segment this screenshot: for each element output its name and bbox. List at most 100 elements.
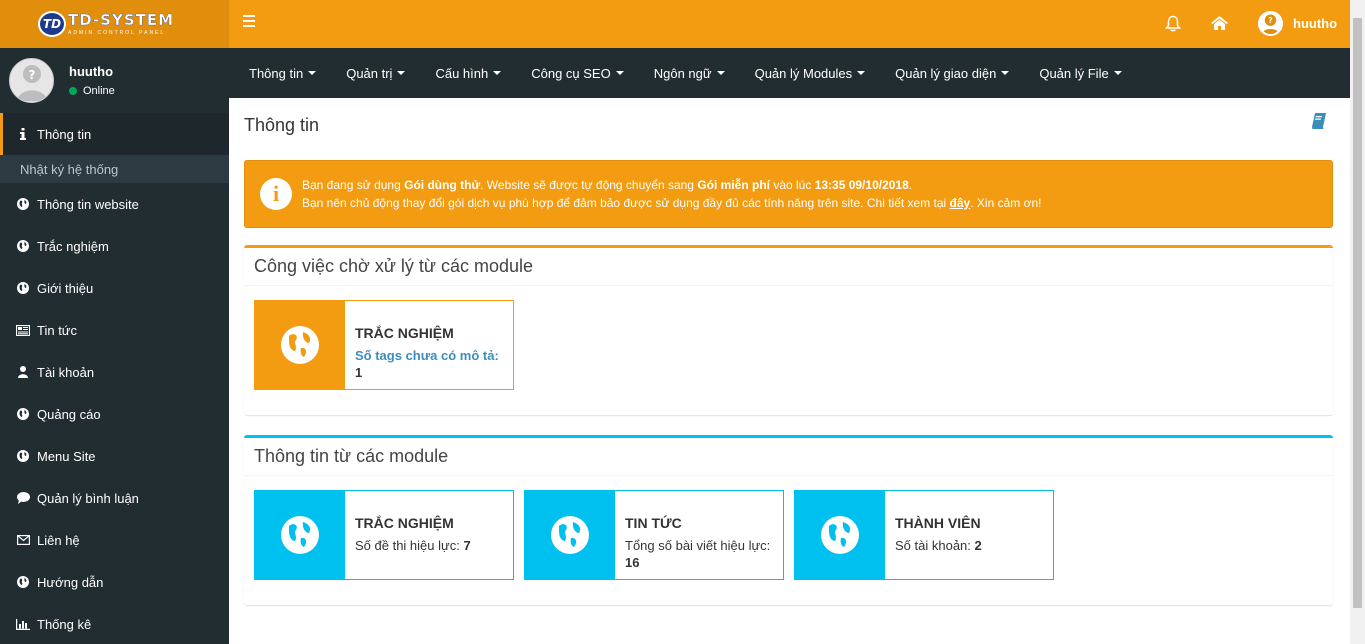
svg-text:?: ? bbox=[28, 68, 35, 82]
info-box-text: Số đề thi hiệu lực: 7 bbox=[355, 537, 503, 554]
module-info-box: Thông tin từ các module TRẮC NGHIỆM Số đ… bbox=[244, 435, 1333, 605]
sidebar-item-huong-dan[interactable]: Hướng dẫn bbox=[0, 561, 229, 603]
user-name: huutho bbox=[69, 64, 114, 79]
alert-line-2: Bạn nên chủ động thay đổi gói dịch vụ ph… bbox=[302, 194, 1041, 212]
sidebar-item-thong-tin[interactable]: Thông tin bbox=[0, 113, 229, 155]
info-box-link[interactable]: Số tags chưa có mô tả: bbox=[355, 348, 499, 363]
alert-text-part: . bbox=[908, 178, 913, 192]
sidebar-item-binh-luan[interactable]: Quản lý bình luận bbox=[0, 477, 229, 519]
avatar: ? bbox=[9, 58, 54, 103]
alert-plan-next: Gói miễn phí bbox=[697, 178, 770, 192]
info-box-value: 7 bbox=[463, 538, 471, 553]
alert-text-part: Bạn đang sử dụng bbox=[302, 178, 405, 192]
sidebar: TD TD-SYSTEM ADMIN CONTROL PANEL ? huuth… bbox=[0, 0, 229, 644]
user-icon bbox=[16, 366, 30, 378]
caret-down-icon bbox=[1001, 71, 1010, 75]
caret-down-icon bbox=[308, 71, 317, 75]
box-title: Công việc chờ xử lý từ các module bbox=[244, 248, 1333, 286]
sidebar-item-trac-nghiem[interactable]: Trắc nghiệm bbox=[0, 225, 229, 267]
sidebar-item-label: Giới thiệu bbox=[37, 280, 94, 296]
info-box-title: TIN TỨC bbox=[625, 515, 682, 531]
sidebar-item-lien-he[interactable]: Liên hệ bbox=[0, 519, 229, 561]
newspaper-icon bbox=[16, 324, 30, 336]
nav-quan-tri[interactable]: Quản trị bbox=[331, 66, 420, 81]
sidebar-item-label: Liên hệ bbox=[37, 532, 80, 548]
nav-thong-tin[interactable]: Thông tin bbox=[234, 66, 331, 81]
globe-icon bbox=[255, 491, 345, 579]
sidebar-item-gioi-thieu[interactable]: Giới thiệu bbox=[0, 267, 229, 309]
caret-down-icon bbox=[615, 71, 624, 75]
alert-plan-current: Gói dùng thử bbox=[404, 178, 481, 192]
sidebar-item-label: Hướng dẫn bbox=[37, 574, 104, 590]
info-box-title: THÀNH VIÊN bbox=[895, 515, 981, 531]
nav-label: Quản lý giao diện bbox=[895, 65, 997, 81]
nav-quan-ly-modules[interactable]: Quản lý Modules bbox=[740, 66, 881, 81]
alert-text-part: vào lúc bbox=[769, 178, 815, 192]
top-header: ? huutho bbox=[229, 0, 1350, 48]
sidebar-item-tin-tuc[interactable]: Tin tức bbox=[0, 309, 229, 351]
hamburger-menu-icon[interactable] bbox=[243, 15, 255, 27]
info-box-thanh-vien[interactable]: THÀNH VIÊN Số tài khoản: 2 bbox=[794, 490, 1054, 580]
info-box-tin-tuc[interactable]: TIN TỨC Tổng số bài viết hiệu lực: 16 bbox=[524, 490, 784, 580]
sidebar-item-quang-cao[interactable]: Quảng cáo bbox=[0, 393, 229, 435]
sidebar-subitem-label: Nhật ký hệ thống bbox=[20, 161, 119, 177]
info-box-text: Tổng số bài viết hiệu lực: 16 bbox=[625, 537, 773, 571]
logo-text: TD-SYSTEM ADMIN CONTROL PANEL bbox=[68, 10, 175, 36]
bell-icon[interactable] bbox=[1164, 14, 1182, 32]
globe-icon bbox=[16, 576, 30, 588]
alert-text-part: . Website sẽ được tự động chuyển sang bbox=[480, 178, 698, 192]
info-box-trac-nghiem-pending[interactable]: TRẮC NGHIỆM Số tags chưa có mô tả: 1 bbox=[254, 300, 514, 390]
caret-down-icon bbox=[716, 71, 725, 75]
sidebar-item-menu-site[interactable]: Menu Site bbox=[0, 435, 229, 477]
header-user-menu[interactable]: ? huutho bbox=[1258, 11, 1337, 36]
caret-down-icon bbox=[857, 71, 866, 75]
nav-label: Cấu hình bbox=[435, 65, 489, 81]
nav-label: Công cụ SEO bbox=[531, 65, 611, 81]
sidebar-item-tai-khoan[interactable]: Tài khoản bbox=[0, 351, 229, 393]
info-box-value: 1 bbox=[355, 365, 363, 380]
trial-alert: i Bạn đang sử dụng Gói dùng thử. Website… bbox=[244, 160, 1333, 228]
globe-icon bbox=[16, 450, 30, 462]
logo-subtitle: ADMIN CONTROL PANEL bbox=[68, 29, 166, 36]
nav-cong-cu-seo[interactable]: Công cụ SEO bbox=[516, 66, 639, 81]
header-user-name: huutho bbox=[1293, 16, 1338, 31]
info-box-text: Số tài khoản: 2 bbox=[895, 537, 1043, 554]
nav-quan-ly-giao-dien[interactable]: Quản lý giao diện bbox=[880, 66, 1024, 81]
sidebar-item-label: Tài khoản bbox=[37, 364, 95, 380]
sidebar-item-thong-ke[interactable]: Thống kê bbox=[0, 603, 229, 644]
sidebar-item-thong-tin-website[interactable]: Thông tin website bbox=[0, 183, 229, 225]
envelope-icon bbox=[16, 535, 30, 545]
book-icon[interactable] bbox=[1312, 113, 1326, 132]
caret-down-icon bbox=[493, 71, 502, 75]
alert-datetime: 13:35 09/10/2018 bbox=[814, 178, 909, 192]
nav-quan-ly-file[interactable]: Quản lý File bbox=[1024, 66, 1136, 81]
logo[interactable]: TD TD-SYSTEM ADMIN CONTROL PANEL bbox=[0, 0, 229, 48]
globe-icon bbox=[525, 491, 615, 579]
page-title: Thông tin bbox=[244, 115, 320, 135]
info-box-label: Tổng số bài viết hiệu lực: bbox=[625, 538, 771, 553]
sidebar-item-label: Thống kê bbox=[37, 616, 92, 632]
alert-details-link[interactable]: đây bbox=[950, 196, 971, 210]
nav-ngon-ngu[interactable]: Ngôn ngữ bbox=[639, 66, 740, 81]
logo-title: TD-SYSTEM bbox=[68, 10, 175, 29]
nav-label: Quản trị bbox=[346, 65, 393, 81]
user-panel: ? huutho Online bbox=[0, 48, 229, 113]
user-status-label: Online bbox=[83, 85, 115, 97]
info-box-trac-nghiem[interactable]: TRẮC NGHIỆM Số đề thi hiệu lực: 7 bbox=[254, 490, 514, 580]
page-scrollbar[interactable] bbox=[1350, 0, 1365, 644]
globe-icon bbox=[16, 240, 30, 252]
main-content: Thông tin i Bạn đang sử dụng Gói dùng th… bbox=[229, 98, 1350, 644]
alert-text: Bạn đang sử dụng Gói dùng thử. Website s… bbox=[302, 176, 1041, 212]
sidebar-subitem-nhat-ky[interactable]: Nhật ký hệ thống bbox=[0, 155, 229, 183]
alert-text-part: Bạn nên chủ động thay đổi gói dịch vụ ph… bbox=[302, 196, 950, 210]
logo-mark: TD bbox=[38, 11, 66, 37]
info-icon bbox=[16, 128, 30, 140]
scrollbar-thumb[interactable] bbox=[1353, 18, 1362, 608]
nav-cau-hinh[interactable]: Cấu hình bbox=[420, 66, 516, 81]
nav-label: Thông tin bbox=[249, 65, 304, 81]
globe-icon bbox=[16, 282, 30, 294]
sidebar-menu: Thông tin Nhật ký hệ thống Thông tin web… bbox=[0, 113, 229, 644]
svg-text:?: ? bbox=[1268, 16, 1272, 25]
home-icon[interactable] bbox=[1210, 14, 1228, 32]
caret-down-icon bbox=[397, 71, 406, 75]
